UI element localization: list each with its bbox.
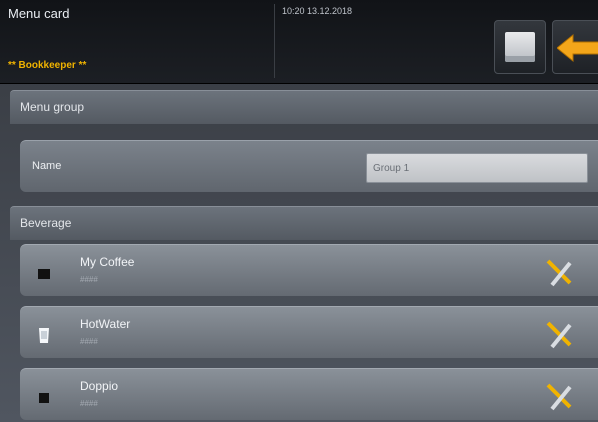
beverage-subtext: #### xyxy=(80,399,98,408)
beverage-item-doppio[interactable]: Doppio #### xyxy=(20,368,598,420)
beverage-subtext: #### xyxy=(80,275,98,284)
tools-icon[interactable] xyxy=(542,255,578,291)
beverage-subtext: #### xyxy=(80,337,98,346)
glass-water-icon xyxy=(39,328,49,343)
datetime-display: 10:20 13.12.2018 xyxy=(282,6,353,16)
header-divider xyxy=(274,4,275,78)
beverage-label: Beverage xyxy=(20,216,72,230)
beverage-name: HotWater xyxy=(80,317,131,331)
header-bar: Menu card ** Bookkeeper ** 10:20 13.12.2… xyxy=(0,0,598,84)
name-input[interactable] xyxy=(366,153,588,183)
cup-dark-icon xyxy=(38,269,50,279)
beverage-name: Doppio xyxy=(80,379,119,393)
save-button[interactable] xyxy=(494,20,546,74)
window-title: Menu card xyxy=(8,6,70,21)
tools-icon[interactable] xyxy=(542,379,578,415)
save-icon xyxy=(505,32,535,62)
tools-icon[interactable] xyxy=(542,317,578,353)
beverage-item-my-coffee[interactable]: My Coffee #### xyxy=(20,244,598,296)
beverage-item-hotwater[interactable]: HotWater #### xyxy=(20,306,598,358)
beverage-header: Beverage xyxy=(10,206,598,240)
menu-group-header: Menu group xyxy=(10,90,598,124)
menu-group-label: Menu group xyxy=(20,100,85,114)
back-arrow-icon xyxy=(557,33,598,63)
name-label: Name xyxy=(32,160,62,172)
back-button[interactable] xyxy=(552,20,598,74)
name-row: Name xyxy=(20,140,598,192)
cup-dark-icon xyxy=(39,393,49,403)
menu-card-screen: Menu card ** Bookkeeper ** 10:20 13.12.2… xyxy=(0,0,598,422)
beverage-name: My Coffee xyxy=(80,255,135,269)
user-role-label: ** Bookkeeper ** xyxy=(8,60,87,71)
